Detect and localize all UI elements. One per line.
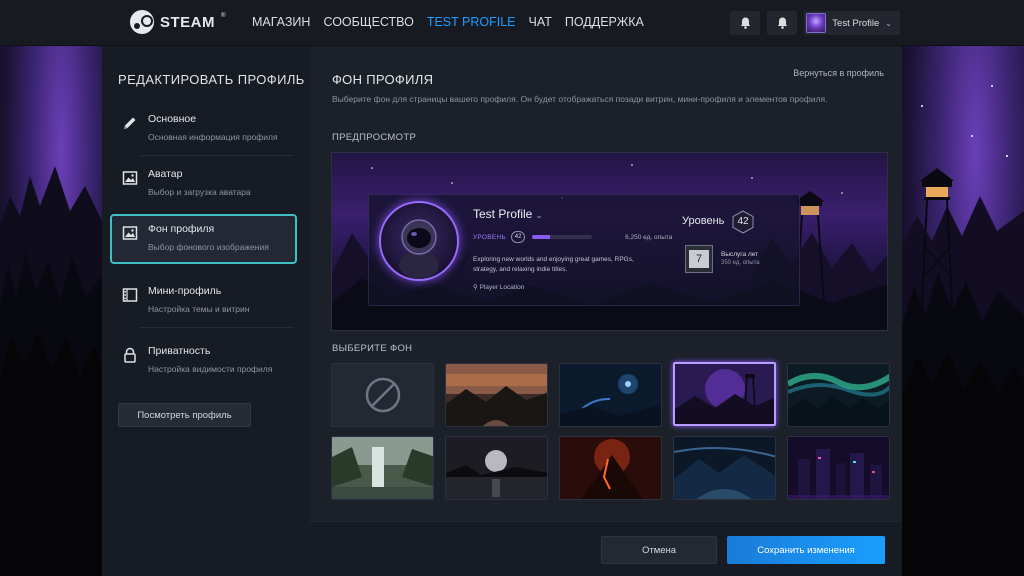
main-nav: МАГАЗИН СООБЩЕСТВО TEST PROFILE ЧАТ ПОДД… — [252, 15, 644, 29]
preview-section-label: ПРЕДПРОСМОТР — [332, 132, 417, 143]
profile-name-dropdown[interactable]: Test Profile ⌄ — [473, 207, 542, 221]
sidebar-item-avatar[interactable]: Аватар Выбор и загрузка аватара — [110, 159, 297, 209]
sidebar-item-title: Основное — [148, 113, 197, 125]
sidebar-item-general[interactable]: Основное Основная информация профиля — [110, 104, 297, 154]
nav-community[interactable]: СООБЩЕСТВО — [323, 15, 413, 29]
location-pin-icon: ⚲ — [473, 284, 480, 291]
sidebar-item-title: Приватность — [148, 345, 211, 357]
background-scenery-right — [902, 46, 1024, 576]
xp-progress-bar — [532, 235, 593, 239]
profile-bio: Exploring new worlds and enjoying great … — [473, 256, 634, 273]
footer-actions: Отмена Сохранить изменения — [310, 521, 902, 576]
level-row: УРОВЕНЬ 42 6,250 ед. опыта — [473, 231, 672, 243]
image-icon — [122, 171, 138, 185]
sidebar-item-privacy[interactable]: Приватность Настройка видимости профиля — [110, 336, 297, 386]
years-badge-value: 7 — [689, 250, 709, 268]
avatar — [806, 13, 827, 33]
nav-profile[interactable]: TEST PROFILE — [427, 15, 516, 29]
steam-logo-text: STEAM — [160, 13, 215, 31]
years-badge: 7 — [685, 245, 713, 273]
badge-subtitle: 350 ед. опыта — [721, 260, 760, 266]
image-icon — [122, 226, 138, 240]
divider — [140, 155, 294, 156]
thumbnail-sunset-forest[interactable] — [445, 363, 548, 427]
sidebar-item-subtitle: Выбор и загрузка аватара — [148, 187, 251, 197]
mini-profile-card: Test Profile ⌄ УРОВЕНЬ 42 6,250 ед. опыт… — [368, 194, 800, 306]
level-label: УРОВЕНЬ — [473, 233, 507, 241]
choose-section-label: ВЫБЕРИТЕ ФОН — [332, 343, 413, 354]
user-name: Test Profile — [832, 17, 880, 29]
thumbnail-none[interactable] — [331, 363, 434, 427]
level-badge: 42 — [511, 231, 526, 243]
chevron-down-icon: ⌄ — [885, 18, 892, 28]
cancel-button[interactable]: Отмена — [601, 536, 717, 564]
nav-support[interactable]: ПОДДЕРЖКА — [565, 15, 644, 29]
edit-profile-panel: РЕДАКТИРОВАТЬ ПРОФИЛЬ Основное Основная … — [102, 46, 902, 576]
thumbnail-neon-city[interactable] — [787, 436, 890, 500]
sidebar-title: РЕДАКТИРОВАТЬ ПРОФИЛЬ — [118, 72, 305, 87]
thumbnail-waterfall[interactable] — [331, 436, 434, 500]
sidebar-item-title: Аватар — [148, 168, 183, 180]
profile-location: ⚲ Player Location — [473, 283, 524, 291]
lock-icon — [124, 347, 136, 363]
thumbnail-aurora[interactable] — [787, 363, 890, 427]
top-right-controls: Test Profile ⌄ — [730, 11, 900, 35]
thumbnail-blue-planet[interactable] — [559, 363, 662, 427]
thumbnail-blue-mountains[interactable] — [673, 436, 776, 500]
thumbnail-purple-tower[interactable] — [673, 362, 776, 426]
no-background-icon — [365, 377, 400, 413]
astronaut-icon — [399, 219, 439, 279]
steam-logo[interactable]: STEAM ® — [130, 10, 225, 34]
bell-icon — [740, 17, 750, 29]
xp-text: 6,250 ед. опыта — [625, 233, 673, 241]
back-to-profile-link[interactable]: Вернуться в профиль — [793, 68, 884, 78]
thumbnail-volcano[interactable] — [559, 436, 662, 500]
thumbnail-moon-lake[interactable] — [445, 436, 548, 500]
divider — [140, 327, 294, 328]
sidebar-item-subtitle: Основная информация профиля — [148, 132, 278, 142]
sidebar-item-title: Фон профиля — [148, 223, 215, 235]
pencil-icon — [124, 117, 136, 129]
rank-label: Уровень — [682, 215, 725, 227]
film-icon — [122, 288, 138, 302]
sidebar: РЕДАКТИРОВАТЬ ПРОФИЛЬ Основное Основная … — [102, 46, 310, 576]
page-description: Выберите фон для страницы вашего профиля… — [332, 94, 828, 104]
save-button[interactable]: Сохранить изменения — [727, 536, 885, 564]
notifications-button[interactable] — [730, 11, 761, 35]
user-menu-button[interactable]: Test Profile ⌄ — [804, 11, 900, 35]
sidebar-item-background[interactable]: Фон профиля Выбор фонового изображения — [110, 214, 297, 264]
location-text: Player Location — [479, 284, 525, 291]
profile-name: Test Profile — [473, 207, 533, 221]
sidebar-item-mini-profile[interactable]: Мини-профиль Настройка темы и витрин — [110, 276, 297, 326]
steam-logo-icon — [130, 10, 154, 34]
bell-icon — [777, 17, 787, 29]
background-preview: Test Profile ⌄ УРОВЕНЬ 42 6,250 ед. опыт… — [331, 152, 888, 331]
sidebar-item-subtitle: Выбор фонового изображения — [148, 242, 269, 252]
xp-progress-fill — [532, 235, 551, 239]
rank-badge: 42 — [731, 210, 755, 234]
alerts-button[interactable] — [767, 11, 798, 35]
nav-chat[interactable]: ЧАТ — [529, 15, 552, 29]
badge-title: Выслуга лет — [721, 251, 759, 258]
view-profile-button[interactable]: Посмотреть профиль — [118, 403, 251, 427]
avatar — [379, 201, 459, 281]
nav-store[interactable]: МАГАЗИН — [252, 15, 310, 29]
rank-value: 42 — [737, 216, 749, 227]
sidebar-item-subtitle: Настройка видимости профиля — [148, 364, 273, 374]
sidebar-item-subtitle: Настройка темы и витрин — [148, 304, 250, 314]
top-navigation-bar: STEAM ® МАГАЗИН СООБЩЕСТВО TEST PROFILE … — [0, 0, 1024, 46]
chevron-down-icon: ⌄ — [535, 211, 543, 220]
background-scenery-left — [0, 46, 102, 576]
page-title: ФОН ПРОФИЛЯ — [332, 72, 434, 87]
sidebar-item-title: Мини-профиль — [148, 285, 222, 297]
